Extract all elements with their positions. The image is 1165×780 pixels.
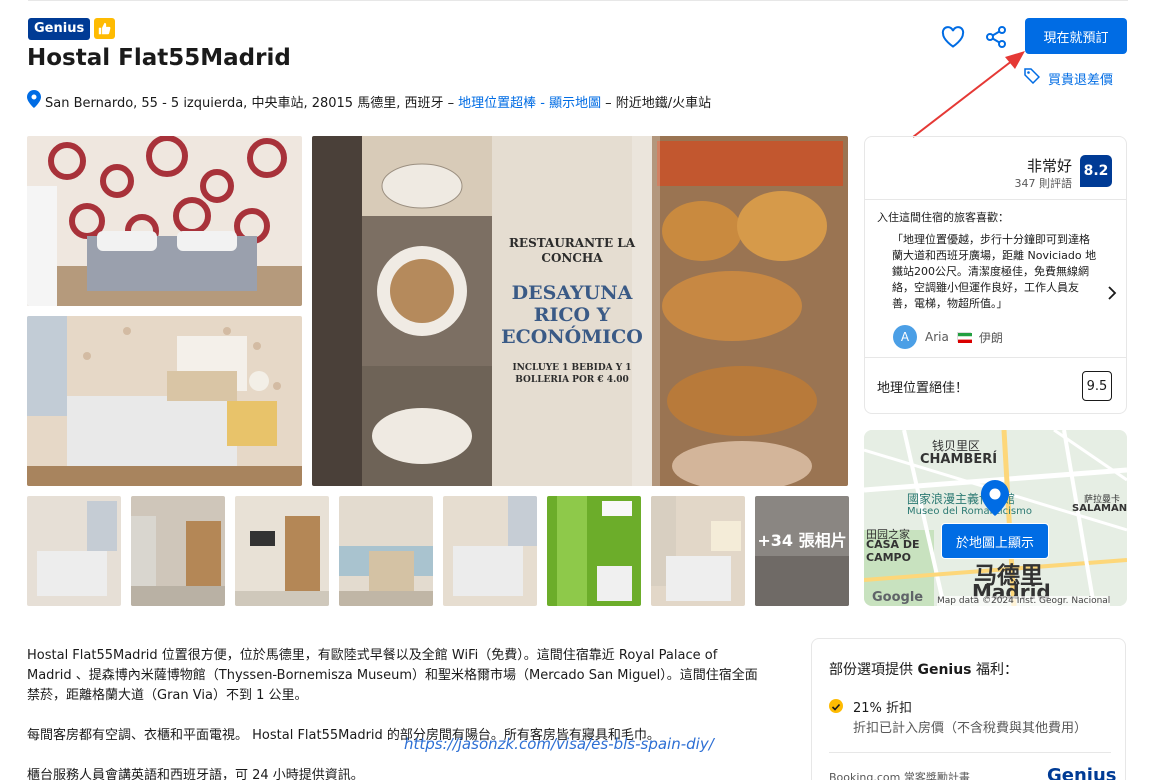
thumbnail-1[interactable]	[27, 496, 121, 606]
price-match-label: 買貴退差價	[1048, 72, 1114, 88]
review-count[interactable]: 347 則評語	[1015, 175, 1073, 191]
map-label: CHAMBERÍ	[920, 452, 998, 467]
google-logo: Google	[872, 590, 924, 605]
map-label: CASA DE CAMPO	[866, 538, 920, 564]
location-score: 9.5	[1082, 371, 1112, 401]
guests-liked-heading: 入住這間住宿的旅客喜歡：	[877, 211, 1009, 224]
thumbnail-4[interactable]	[339, 496, 433, 606]
map-preview[interactable]: 钱贝里区 CHAMBERÍ 國家浪漫主義博物館 Museo del Romant…	[864, 430, 1127, 606]
address-row: San Bernardo, 55 - 5 izquierda, 中央車站, 28…	[27, 90, 711, 112]
genius-logo: Genius	[1047, 765, 1117, 780]
property-title: Hostal Flat55Madrid	[27, 45, 291, 71]
watermark-url: https://jasonzk.com/visa/es-bls-spain-di…	[404, 735, 714, 753]
show-on-map-button[interactable]: 於地圖上顯示	[941, 523, 1049, 559]
property-description: Hostal Flat55Madrid 位置很方便，位於馬德里，有歐陸式早餐以及…	[27, 646, 762, 780]
address-suffix: – 附近地鐵/火車站	[605, 95, 712, 111]
review-score-badge: 8.2	[1080, 155, 1112, 187]
thumbnail-5[interactable]	[443, 496, 537, 606]
menu-restaurant-name: RESTAURANTE LA CONCHA	[508, 236, 636, 265]
review-card[interactable]: 非常好 347 則評語 8.2 入住這間住宿的旅客喜歡： 「地理位置優越，步行十…	[864, 136, 1127, 414]
room-photo-1[interactable]	[27, 136, 302, 306]
divider	[865, 357, 1126, 358]
thumbnail-7[interactable]	[651, 496, 745, 606]
show-map-link[interactable]: 地理位置超棒 - 顯示地圖	[458, 92, 601, 111]
genius-discount-note: 折扣已計入房價（不含稅費與其他費用）	[853, 721, 1088, 736]
menu-headline: DESAYUNA RICO Y ECONÓMICO	[501, 282, 643, 348]
map-label: SALAMANCA	[1072, 503, 1127, 514]
address-text: San Bernardo, 55 - 5 izquierda, 中央車站, 28…	[45, 95, 455, 111]
description-paragraph: 櫃台服務人員會講英語和西班牙語，可 24 小時提供資訊。	[27, 768, 364, 780]
top-divider	[28, 0, 1128, 1]
map-pin-icon	[981, 480, 1009, 520]
map-label: Museo del Romanticismo	[907, 506, 1032, 517]
thumbnail-2[interactable]	[131, 496, 225, 606]
reviewer: A Aria 伊朗	[893, 325, 1003, 349]
reserve-now-button[interactable]: 現在就預訂	[1025, 18, 1127, 54]
genius-discount: 21% 折扣	[853, 701, 913, 716]
thumbnail-3[interactable]	[235, 496, 329, 606]
avatar: A	[893, 325, 917, 349]
price-match-link[interactable]: 買貴退差價	[1024, 68, 1113, 88]
thumbs-up-icon	[94, 18, 115, 39]
review-quote: 「地理位置優越，步行十分鐘即可到達格蘭大道和西班牙廣場，距離 Noviciado…	[892, 233, 1097, 310]
more-photos-thumbnail[interactable]: +34 張相片	[755, 496, 849, 606]
location-score-label: 地理位置絕佳！	[877, 381, 969, 396]
genius-benefits-box: 部份選項提供 Genius 福利： 21% 折扣 折扣已計入房價（不含稅費與其他…	[811, 638, 1126, 780]
genius-program-text: Booking.com 常客獎勵計畫	[829, 771, 970, 780]
more-photos-label: +34 張相片	[757, 531, 847, 550]
menu-offer: INCLUYE 1 BEBIDA Y 1 BOLLERIA POR € 4.00	[512, 363, 632, 385]
room-photo-2[interactable]	[27, 316, 302, 486]
divider	[829, 752, 1111, 753]
map-copyright: Map data ©2024 Inst. Geogr. Nacional	[937, 596, 1111, 606]
breakfast-menu-photo[interactable]: RESTAURANTE LA CONCHA DESAYUNA RICO Y EC…	[312, 136, 848, 486]
check-icon	[829, 699, 843, 713]
annotation-arrow	[912, 51, 1025, 138]
iran-flag-icon	[956, 332, 972, 343]
thumbnail-6[interactable]	[547, 496, 641, 606]
genius-badge: Genius	[28, 18, 91, 40]
genius-box-title: 部份選項提供 Genius 福利：	[829, 662, 1018, 678]
chevron-right-icon[interactable]	[1106, 285, 1118, 300]
divider	[865, 199, 1126, 200]
rating-word: 非常好	[1026, 157, 1072, 175]
location-pin-icon	[27, 90, 41, 112]
description-paragraph: Hostal Flat55Madrid 位置很方便，位於馬德里，有歐陸式早餐以及…	[27, 648, 758, 703]
reviewer-country: 伊朗	[978, 330, 1003, 345]
reviewer-name: Aria	[925, 330, 949, 344]
